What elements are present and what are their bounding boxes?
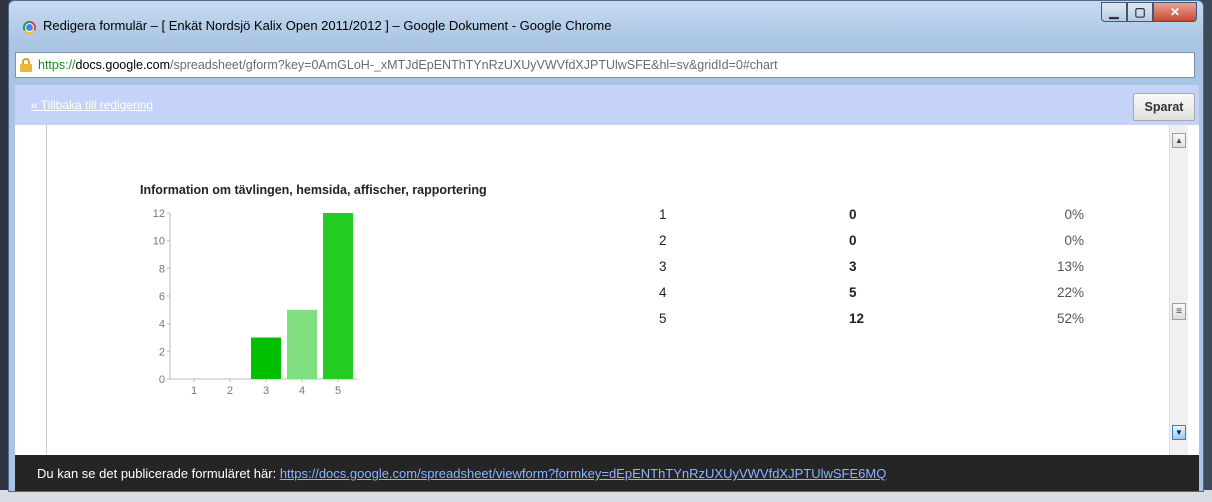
bar-chart: 0246810121 2 3 4 5 <box>153 208 358 397</box>
bar-5 <box>323 213 353 379</box>
lock-icon <box>20 58 32 72</box>
published-form-footer: Du kan se det publicerade formuläret här… <box>15 455 1199 491</box>
x-tick-label: 1 <box>191 385 197 397</box>
panel-divider <box>46 125 47 455</box>
y-tick-label: 10 <box>153 236 165 248</box>
scroll-up-button[interactable]: ▲ <box>1172 133 1186 148</box>
footer-message: Du kan se det publicerade formuläret här… <box>37 466 886 481</box>
bar-4 <box>287 309 317 379</box>
title-bar[interactable]: Redigera formulär – [ Enkät Nordsjö Kali… <box>9 1 1203 45</box>
y-tick-label: 4 <box>159 319 165 331</box>
edit-toolbar: « Tillbaka till redigering Sparat <box>15 85 1199 125</box>
save-button[interactable]: Sparat <box>1133 93 1195 121</box>
stat-count: 5 <box>849 285 857 300</box>
url-host: docs.google.com <box>75 58 171 72</box>
window-title: Redigera formulär – [ Enkät Nordsjö Kali… <box>43 18 612 33</box>
grip-icon: ≡ <box>1176 306 1182 317</box>
stat-percent: 0% <box>1064 207 1084 222</box>
stat-count: 0 <box>849 233 857 248</box>
stat-percent: 22% <box>1056 285 1084 300</box>
back-to-editing-link[interactable]: « Tillbaka till redigering <box>31 98 153 112</box>
x-tick-label: 2 <box>227 385 233 397</box>
stat-percent: 52% <box>1056 311 1084 326</box>
arrow-down-icon: ▼ <box>1175 428 1183 437</box>
stat-percent: 13% <box>1056 259 1084 274</box>
stat-label: 3 <box>659 259 667 274</box>
published-form-link[interactable]: https://docs.google.com/spreadsheet/view… <box>280 466 887 481</box>
stat-percent: 0% <box>1064 233 1084 248</box>
stat-label: 4 <box>659 285 667 300</box>
maximize-button[interactable]: ▢ <box>1127 2 1153 22</box>
close-button[interactable]: ✕ <box>1153 2 1197 22</box>
chrome-logo-icon <box>23 21 36 34</box>
footer-label: Du kan se det publicerade formuläret här… <box>37 466 280 481</box>
page-content: « Tillbaka till redigering Sparat Inform… <box>15 85 1199 491</box>
y-tick-label: 12 <box>153 208 165 220</box>
chart-title: Information om tävlingen, hemsida, affis… <box>140 183 487 197</box>
address-bar[interactable]: https://docs.google.com/spreadsheet/gfor… <box>15 52 1195 78</box>
arrow-up-icon: ▲ <box>1175 136 1183 145</box>
y-tick-label: 0 <box>159 374 165 386</box>
url-text[interactable]: https://docs.google.com/spreadsheet/gfor… <box>38 58 778 72</box>
browser-window: Redigera formulär – [ Enkät Nordsjö Kali… <box>8 0 1204 492</box>
maximize-icon: ▢ <box>1134 5 1146 19</box>
stat-count: 0 <box>849 207 857 222</box>
stat-count: 12 <box>849 311 865 326</box>
close-icon: ✕ <box>1169 5 1181 19</box>
stat-label: 1 <box>659 207 667 222</box>
y-tick-label: 8 <box>159 263 165 275</box>
minimize-icon: ▁ <box>1109 5 1119 19</box>
stat-count: 3 <box>849 259 857 274</box>
stat-label: 5 <box>659 311 667 326</box>
summary-panel: Information om tävlingen, hemsida, affis… <box>15 125 1199 455</box>
url-path: /spreadsheet/gform?key=0AmGLoH-_xMTJdEpE… <box>170 58 778 72</box>
window-controls: ▁ ▢ ✕ <box>1101 2 1197 22</box>
url-scheme: https:// <box>38 58 76 72</box>
scroll-down-button[interactable]: ▼ <box>1172 425 1186 440</box>
x-tick-label: 3 <box>263 385 269 397</box>
scroll-thumb[interactable]: ≡ <box>1172 303 1186 320</box>
x-tick-label: 4 <box>299 385 305 397</box>
x-tick-label: 5 <box>335 385 341 397</box>
minimize-button[interactable]: ▁ <box>1101 2 1127 22</box>
y-tick-label: 6 <box>159 291 165 303</box>
y-tick-label: 2 <box>159 346 165 358</box>
stat-label: 2 <box>659 233 667 248</box>
bar-3 <box>251 337 281 379</box>
vertical-scrollbar[interactable]: ▲ ≡ ▼ <box>1169 125 1188 455</box>
